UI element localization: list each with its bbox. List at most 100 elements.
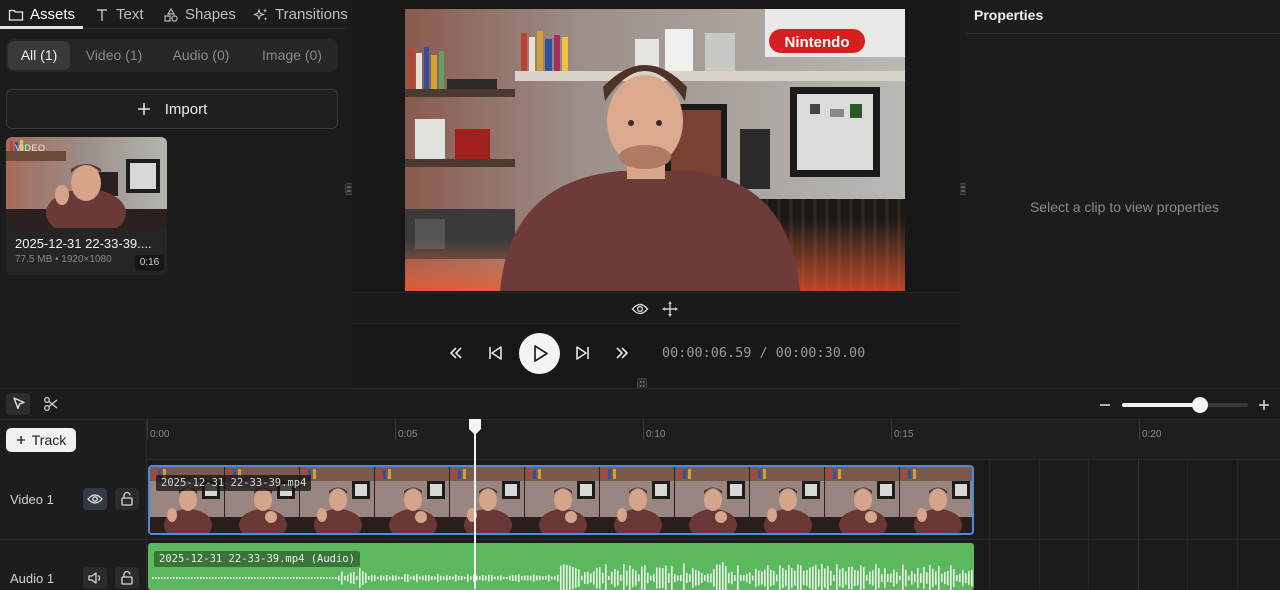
fast-forward-icon[interactable] — [611, 342, 633, 364]
waveform-bar — [719, 564, 721, 590]
tab-shapes[interactable]: Shapes — [163, 0, 236, 29]
waveform-bar — [839, 569, 841, 587]
waveform-bar — [266, 577, 268, 579]
waveform-bar — [392, 575, 394, 581]
eye-icon[interactable] — [631, 300, 649, 318]
tab-transitions[interactable]: Transitions — [253, 0, 348, 29]
waveform-bar — [710, 573, 712, 583]
waveform-bar — [872, 570, 874, 586]
properties-title: Properties — [974, 7, 1044, 23]
zoom-slider[interactable] — [1122, 397, 1248, 413]
zoom-out-icon[interactable] — [1097, 397, 1113, 413]
skip-back-icon[interactable] — [484, 342, 506, 364]
waveform-bar — [680, 574, 682, 582]
waveform-bar — [566, 564, 568, 590]
waveform-bar — [863, 567, 865, 589]
waveform-bar — [236, 577, 238, 579]
preview-tools-bar — [352, 292, 960, 324]
waveform-bar — [218, 577, 220, 579]
timeline: Track Video 1 Audio 1 0:00 0:05 0:10 0:1… — [0, 388, 1280, 590]
waveform-bar — [845, 571, 847, 585]
move-icon[interactable] — [661, 300, 679, 318]
unlock-icon — [121, 570, 133, 585]
plus-icon — [137, 103, 150, 115]
cursor-icon — [13, 397, 25, 410]
time-ruler[interactable]: 0:00 0:05 0:10 0:15 0:20 — [147, 420, 1280, 460]
waveform-bar — [212, 577, 214, 579]
tab-text[interactable]: Text — [94, 0, 144, 29]
playhead-line — [474, 420, 476, 589]
split-tool-button[interactable] — [39, 393, 63, 415]
assets-panel: Assets Text Shapes Transitions All (1) V… — [0, 0, 348, 388]
waveform-bar — [482, 575, 484, 581]
timecode-total: 00:00:30.00 — [775, 345, 866, 361]
waveform-bar — [191, 577, 193, 579]
waveform-bar — [776, 574, 778, 582]
waveform-bar — [299, 577, 301, 579]
waveform-bar — [206, 577, 208, 579]
waveform-bar — [326, 577, 328, 579]
add-track-button[interactable]: Track — [6, 428, 76, 452]
filter-audio[interactable]: Audio (0) — [160, 41, 242, 70]
zoom-in-icon[interactable] — [1256, 397, 1272, 413]
waveform-bar — [944, 571, 946, 585]
waveform-bar — [407, 574, 409, 582]
filter-image[interactable]: Image (0) — [250, 41, 334, 70]
shapes-icon — [164, 7, 178, 22]
grid-line — [1237, 460, 1238, 590]
waveform-bar — [293, 577, 295, 579]
select-tool-button[interactable] — [6, 393, 30, 415]
waveform-bar — [581, 575, 583, 581]
waveform-bar — [731, 571, 733, 585]
waveform-bar — [221, 577, 223, 579]
waveform-bar — [860, 565, 862, 590]
waveform-bar — [320, 577, 322, 579]
waveform-bar — [194, 577, 196, 579]
skip-forward-icon[interactable] — [572, 342, 594, 364]
svg-text:Nintendo: Nintendo — [785, 34, 850, 51]
waveform-bar — [791, 567, 793, 589]
filter-video[interactable]: Video (1) — [76, 41, 152, 70]
waveform-bar — [275, 577, 277, 579]
tab-text-label: Text — [116, 6, 144, 23]
zoom-slider-handle[interactable] — [1192, 397, 1209, 413]
waveform-bar — [866, 575, 868, 581]
video-track-visibility-toggle[interactable] — [83, 488, 107, 510]
waveform-bar — [737, 565, 739, 590]
import-button[interactable]: Import — [6, 89, 338, 129]
filmstrip-frame — [300, 467, 375, 533]
waveform-bar — [857, 570, 859, 586]
play-button[interactable] — [519, 333, 560, 374]
waveform-bar — [521, 576, 523, 580]
waveform-bar — [713, 569, 715, 587]
waveform-bar — [953, 569, 955, 587]
playhead-handle[interactable] — [469, 419, 481, 435]
audio-track-lock-toggle[interactable] — [115, 567, 139, 589]
video-preview[interactable]: Nintendo — [405, 9, 905, 291]
video-track-lock-toggle[interactable] — [115, 488, 139, 510]
filter-all[interactable]: All (1) — [8, 41, 70, 70]
audio-track-mute-toggle[interactable] — [83, 567, 107, 589]
waveform-bar — [638, 574, 640, 582]
waveform-bar — [683, 563, 685, 590]
track-lanes: 2025-12-31 22-33-39.mp4 2025-12-31 22-33… — [0, 460, 1280, 590]
waveform-bar — [695, 570, 697, 586]
tab-assets[interactable]: Assets — [8, 0, 75, 29]
waveform-bar — [272, 577, 274, 579]
video-clip[interactable]: 2025-12-31 22-33-39.mp4 — [148, 465, 974, 535]
waveform-bar — [758, 570, 760, 586]
waveform-bar — [395, 575, 397, 581]
waveform-bar — [479, 576, 481, 580]
waveform-bar — [518, 574, 520, 582]
waveform-bar — [434, 576, 436, 580]
active-tab-indicator — [0, 26, 83, 29]
waveform-bar — [470, 576, 472, 580]
rewind-icon[interactable] — [445, 342, 467, 364]
filmstrip-frame — [825, 467, 900, 533]
waveform-bar — [296, 577, 298, 579]
waveform-bar — [509, 575, 511, 581]
waveform-bar — [578, 569, 580, 587]
asset-card[interactable]: VIDEO 2025-12-31 22-33-39.... 77.5 MB • … — [6, 137, 167, 275]
audio-clip[interactable]: 2025-12-31 22-33-39.mp4 (Audio) — [148, 543, 974, 590]
waveform-bar — [692, 568, 694, 588]
